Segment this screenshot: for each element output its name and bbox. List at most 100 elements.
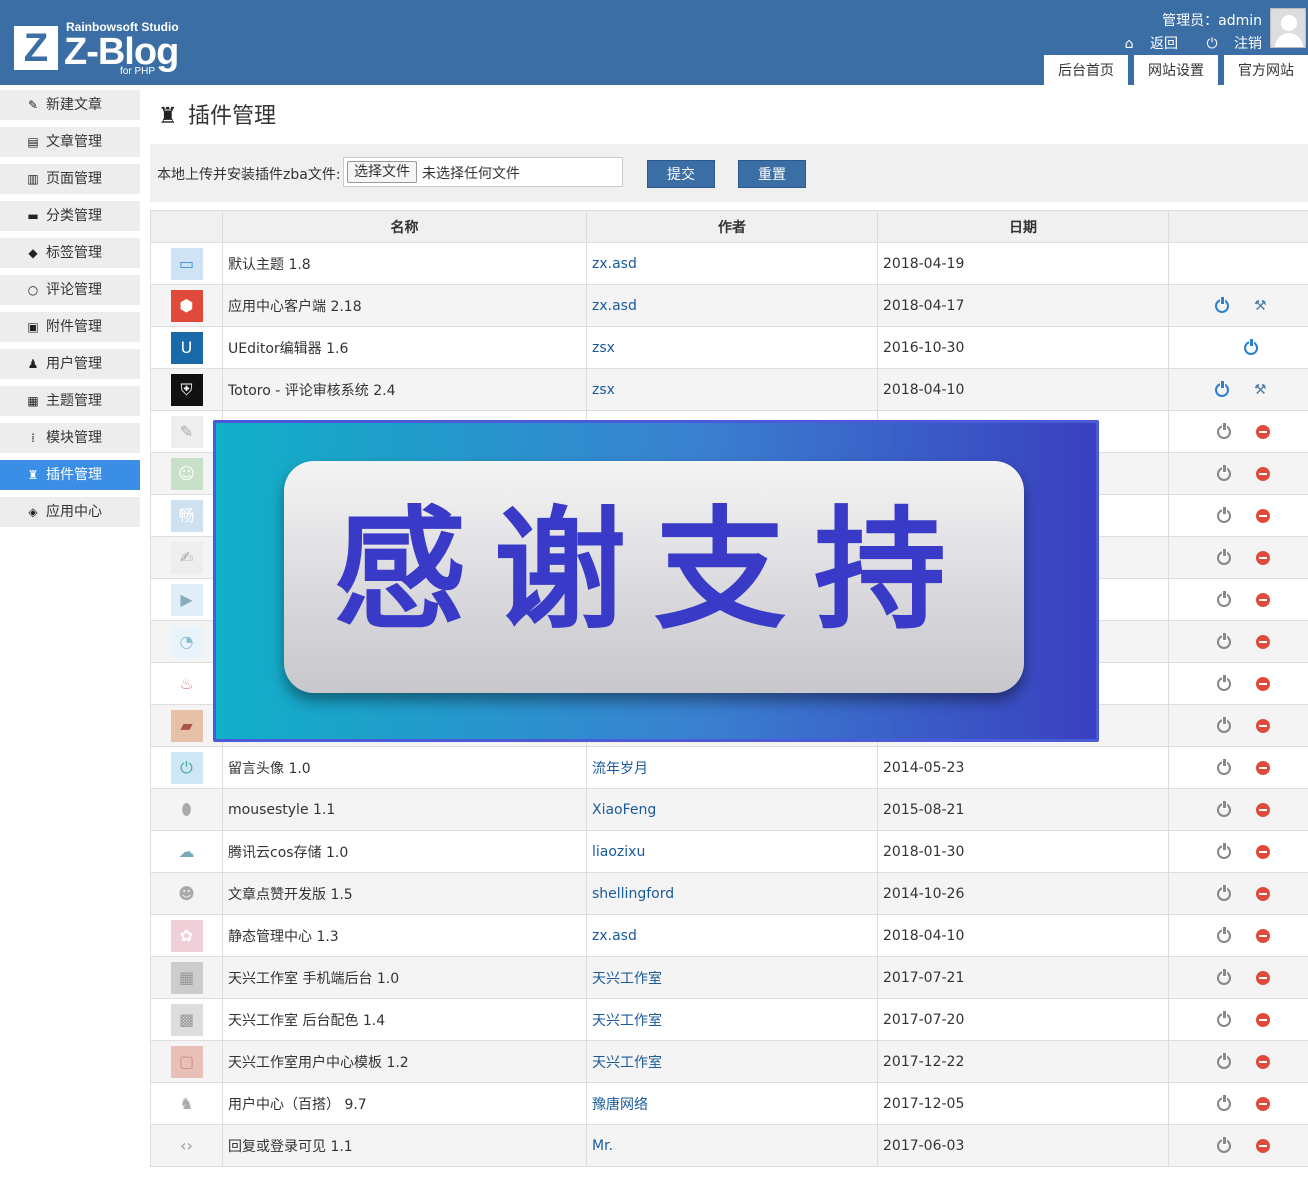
plugin-author-link[interactable]: zx.asd [586, 242, 878, 285]
enable-plugin-power-icon[interactable] [1217, 548, 1231, 565]
plugin-author-link[interactable]: 天兴工作室 [586, 1040, 878, 1083]
logo-sub-text: for PHP [120, 66, 156, 77]
enable-plugin-power-icon[interactable] [1217, 842, 1231, 859]
module-icon: ⁞ [31, 431, 35, 445]
delete-plugin-icon[interactable] [1256, 466, 1270, 481]
sidebar-item-posts[interactable]: ▤ 文章管理 [0, 127, 140, 157]
plugin-settings-tools-icon[interactable]: ⚒ [1254, 382, 1270, 398]
table-row: ☁ 腾讯云cos存储 1.0 liaozixu 2018-01-30 [150, 830, 1308, 873]
plugin-settings-tools-icon[interactable]: ⚒ [1254, 298, 1270, 314]
sidebar-item-themes[interactable]: ▦ 主题管理 [0, 386, 140, 416]
plugin-actions [1168, 998, 1308, 1041]
tab-site-settings[interactable]: 网站设置 [1134, 55, 1218, 85]
sidebar-item-users[interactable]: ♟ 用户管理 [0, 349, 140, 379]
sidebar-item-categories[interactable]: ▬ 分类管理 [0, 201, 140, 231]
plugin-author-link[interactable]: 天兴工作室 [586, 998, 878, 1041]
delete-plugin-icon[interactable] [1256, 802, 1270, 817]
enable-plugin-power-icon[interactable] [1217, 800, 1231, 817]
enable-plugin-power-icon[interactable] [1217, 506, 1231, 523]
delete-plugin-icon[interactable] [1256, 970, 1270, 985]
sidebar-item-pages[interactable]: ▥ 页面管理 [0, 164, 140, 194]
logo-mark: Z [14, 26, 58, 70]
plugin-author-link[interactable]: zx.asd [586, 914, 878, 957]
delete-plugin-icon[interactable] [1256, 886, 1270, 901]
sidebar-item-attachments[interactable]: ▣ 附件管理 [0, 312, 140, 342]
enable-plugin-power-icon[interactable] [1217, 1136, 1231, 1153]
logout-link[interactable]: ⏻ 注销 [1194, 36, 1262, 52]
reset-button[interactable]: 重置 [738, 160, 806, 188]
delete-plugin-icon[interactable] [1256, 844, 1270, 859]
delete-plugin-icon[interactable] [1256, 760, 1270, 775]
top-tabs: 后台首页 网站设置 官方网站 [1038, 55, 1308, 85]
enable-plugin-power-icon[interactable] [1217, 1052, 1231, 1069]
choose-file-button[interactable]: 选择文件 [347, 161, 417, 183]
enable-plugin-power-icon[interactable] [1217, 758, 1231, 775]
plugin-author-link[interactable]: zsx [586, 326, 878, 369]
enable-plugin-power-icon[interactable] [1217, 1094, 1231, 1111]
avatar[interactable] [1270, 8, 1306, 48]
enable-plugin-power-icon[interactable] [1217, 674, 1231, 691]
table-row: ▭ 默认主题 1.8 zx.asd 2018-04-19 [150, 242, 1308, 285]
sidebar-item-modules[interactable]: ⁞ 模块管理 [0, 423, 140, 453]
plugin-actions [1168, 620, 1308, 663]
enable-plugin-power-icon[interactable] [1217, 926, 1231, 943]
plugin-actions [1168, 746, 1308, 789]
delete-plugin-icon[interactable] [1256, 1096, 1270, 1111]
delete-plugin-icon[interactable] [1256, 634, 1270, 649]
back-link[interactable]: ⌂ 返回 [1113, 36, 1178, 52]
delete-plugin-icon[interactable] [1256, 1138, 1270, 1153]
enable-plugin-power-icon[interactable] [1217, 632, 1231, 649]
app-center-icon: ◈ [28, 505, 38, 519]
disable-plugin-power-icon[interactable] [1244, 338, 1258, 355]
delete-plugin-icon[interactable] [1256, 928, 1270, 943]
tab-dashboard[interactable]: 后台首页 [1044, 55, 1128, 85]
enable-plugin-power-icon[interactable] [1217, 422, 1231, 439]
header-name: 名称 [222, 210, 587, 243]
submit-button[interactable]: 提交 [647, 160, 715, 188]
sidebar-item-label: 标签管理 [46, 245, 102, 261]
admin-label: 管理员：admin [1162, 13, 1262, 29]
delete-plugin-icon[interactable] [1256, 676, 1270, 691]
plugin-author-link[interactable]: zx.asd [586, 284, 878, 327]
plugin-icon-cell: ▭ [150, 242, 223, 285]
delete-plugin-icon[interactable] [1256, 424, 1270, 439]
enable-plugin-power-icon[interactable] [1217, 716, 1231, 733]
plugin-author-link[interactable]: zsx [586, 368, 878, 411]
plugin-author-link[interactable]: 豫唐网络 [586, 1082, 878, 1125]
sidebar-item-tags[interactable]: ◆ 标签管理 [0, 238, 140, 268]
plugin-author-link[interactable]: Mr. [586, 1124, 878, 1167]
sidebar-item-plugins[interactable]: ♜ 插件管理 [0, 460, 140, 490]
enable-plugin-power-icon[interactable] [1217, 884, 1231, 901]
plugin-author-link[interactable]: 天兴工作室 [586, 956, 878, 999]
plugin-icon-cell: ◔ [150, 620, 223, 663]
plugin-date: 2014-10-26 [877, 872, 1169, 915]
sidebar-item-comments[interactable]: ○ 评论管理 [0, 275, 140, 305]
plugin-actions [1168, 704, 1308, 747]
plugin-author-link[interactable]: liaozixu [586, 830, 878, 873]
delete-plugin-icon[interactable] [1256, 550, 1270, 565]
file-input[interactable]: 选择文件 未选择任何文件 [343, 157, 623, 187]
plugin-author-link[interactable]: 流年岁月 [586, 746, 878, 789]
zblog-logo[interactable]: Z Rainbowsoft Studio Z-Blog for PHP [14, 20, 214, 80]
enable-plugin-power-icon[interactable] [1217, 968, 1231, 985]
sidebar-item-new-post[interactable]: ✎ 新建文章 [0, 90, 140, 120]
user-center-template-icon: ▢ [170, 1045, 203, 1078]
folder-icon: ▬ [27, 209, 39, 223]
sidebar: ✎ 新建文章 ▤ 文章管理 ▥ 页面管理 ▬ 分类管理 ◆ 标签管理 ○ 评论管理 ▣ 附件管… [0, 90, 140, 534]
disable-plugin-power-icon[interactable] [1215, 296, 1229, 313]
enable-plugin-power-icon[interactable] [1217, 464, 1231, 481]
delete-plugin-icon[interactable] [1256, 1054, 1270, 1069]
tab-official-site[interactable]: 官方网站 [1224, 55, 1308, 85]
sidebar-item-app-center[interactable]: ◈ 应用中心 [0, 497, 140, 527]
enable-plugin-power-icon[interactable] [1217, 1010, 1231, 1027]
disable-plugin-power-icon[interactable] [1215, 380, 1229, 397]
enable-plugin-power-icon[interactable] [1217, 590, 1231, 607]
plugin-actions: ⚒ [1168, 284, 1308, 327]
file-icon: ▤ [27, 135, 39, 149]
plugin-author-link[interactable]: shellingford [586, 872, 878, 915]
delete-plugin-icon[interactable] [1256, 718, 1270, 733]
delete-plugin-icon[interactable] [1256, 592, 1270, 607]
delete-plugin-icon[interactable] [1256, 1012, 1270, 1027]
plugin-author-link[interactable]: XiaoFeng [586, 788, 878, 831]
delete-plugin-icon[interactable] [1256, 508, 1270, 523]
